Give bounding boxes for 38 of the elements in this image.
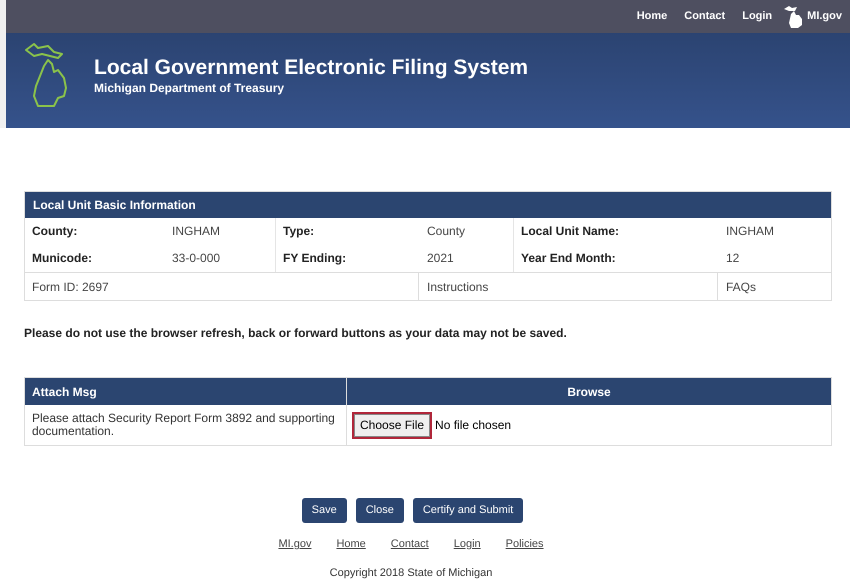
field-label: FY Ending:: [282, 250, 348, 267]
footer-link[interactable]: Login: [454, 536, 481, 552]
site-subtitle: Michigan Department of Treasury: [94, 80, 286, 94]
map-outline-icon: [24, 42, 70, 108]
footer-link[interactable]: Policies: [506, 536, 544, 552]
nav-link[interactable]: Home: [636, 8, 668, 25]
field-value: County: [419, 218, 514, 245]
choose-file-button[interactable]: Choose File: [352, 412, 432, 438]
state-link[interactable]: MI.gov: [783, 4, 842, 28]
instructions-link[interactable]: Instructions: [419, 272, 718, 300]
table-cell: Please attach Security Report Form 3892 and supporting documentation.: [25, 405, 347, 445]
footer-link[interactable]: MI.gov: [278, 536, 312, 552]
field-label: Year End Month:: [520, 250, 617, 267]
field-value: 2021: [419, 245, 514, 272]
column-header: Attach Msg: [25, 378, 347, 405]
field-value: 33-0-000: [164, 245, 276, 272]
site-title: Local Government Electronic Filing System: [94, 54, 528, 80]
field-value: 12: [725, 250, 740, 267]
field-value: INGHAM: [725, 223, 775, 240]
field-label: County:: [31, 223, 78, 240]
action-button[interactable]: Save: [302, 498, 347, 523]
card-header: Local Unit Basic Information: [25, 192, 831, 218]
nav-link[interactable]: Contact: [684, 8, 726, 25]
form-id-text: Form ID: 2697: [25, 272, 419, 300]
field-label: Local Unit Name:: [520, 223, 620, 240]
field-label: Type:: [282, 223, 316, 240]
action-button[interactable]: Close: [356, 498, 404, 523]
field-value: INGHAM: [164, 218, 276, 245]
file-status: No file chosen: [435, 417, 512, 434]
footer-link[interactable]: Contact: [390, 536, 429, 552]
action-button[interactable]: Certify and Submit: [412, 498, 524, 523]
nav-link[interactable]: Login: [742, 8, 772, 25]
field-label: Municode:: [31, 250, 93, 267]
copyright-text: Copyright 2018 State of Michigan: [328, 566, 494, 580]
warning-text: Please do not use the browser refresh, back or forward buttons as your data may not be saved.: [24, 325, 568, 342]
column-header: Browse: [566, 384, 612, 400]
footer-link[interactable]: Home: [336, 536, 366, 552]
faqs-link[interactable]: FAQs: [718, 272, 831, 300]
